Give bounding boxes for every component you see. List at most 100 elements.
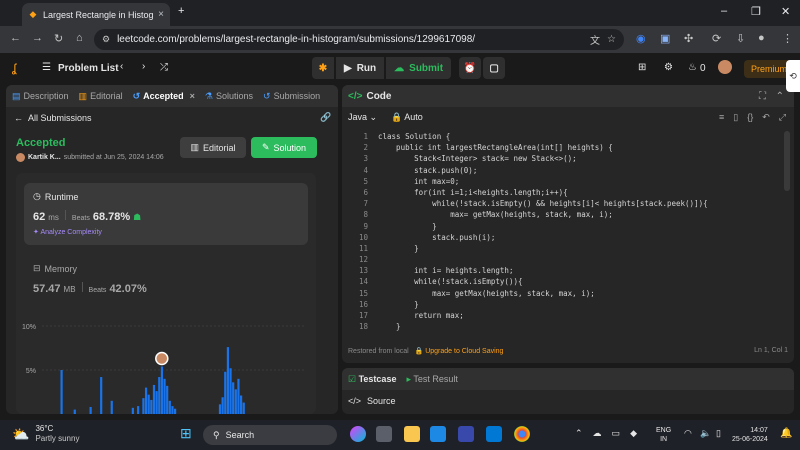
extension-icon[interactable]: ▣ [660, 32, 670, 45]
back-icon[interactable]: ← [10, 32, 21, 44]
code-line[interactable]: class Solution { [378, 132, 778, 143]
sync-icon[interactable]: ⟳ [712, 32, 721, 45]
histogram-bar[interactable] [137, 406, 140, 414]
tab-testcase[interactable]: ☑ Testcase [348, 374, 396, 385]
code-line[interactable] [378, 255, 778, 266]
code-line[interactable]: stack.push(i); [378, 233, 778, 244]
notification-bell-icon[interactable]: 🔔 [780, 428, 792, 439]
puzzle-extensions-icon[interactable]: ✣ [684, 32, 693, 45]
histogram-bar[interactable] [174, 408, 177, 414]
code-line[interactable]: Stack<Integer> stack= new Stack<>(); [378, 154, 778, 165]
user-avatar[interactable] [718, 60, 732, 74]
code-line[interactable]: int i= heights.length; [378, 266, 778, 277]
timer-button[interactable]: ⏰ [459, 57, 482, 79]
translate-icon[interactable]: 文 [590, 32, 600, 47]
code-line[interactable]: for(int i=1;i<heights.length;i++){ [378, 188, 778, 199]
mail-icon[interactable] [430, 426, 446, 442]
histogram-bar[interactable] [242, 402, 245, 414]
code-line[interactable]: } [378, 300, 778, 311]
store-icon[interactable] [486, 426, 502, 442]
histogram-bar[interactable] [100, 377, 103, 414]
user-position-avatar[interactable] [155, 351, 169, 366]
tray-app-icon[interactable]: ◆ [630, 428, 637, 439]
tab-submissions[interactable]: ↺ Submission [263, 91, 320, 102]
braces-icon[interactable]: {} [747, 112, 753, 123]
histogram-bar[interactable] [166, 385, 169, 414]
taskbar-search[interactable]: ⚲ Search [203, 425, 337, 445]
tab-editorial[interactable]: ▥ Editorial [79, 91, 123, 102]
analyze-complexity-link[interactable]: ✦ Analyze Complexity [33, 228, 102, 236]
copilot-icon[interactable] [350, 426, 366, 442]
histogram-bar[interactable] [142, 398, 145, 414]
downloads-icon[interactable]: ⇩ [736, 32, 745, 45]
weather-widget[interactable]: ⛅ 36°C Partly sunny [12, 424, 79, 444]
memory-box[interactable]: ⊟ Memory 57.47 MB Beats 42.07% [24, 255, 308, 303]
reload-icon[interactable]: ↻ [54, 32, 63, 45]
histogram-bar[interactable] [221, 397, 224, 414]
battery-icon[interactable]: ▭ [612, 428, 621, 439]
battery-status-icon[interactable]: ▯ [716, 428, 721, 439]
run-button[interactable]: ▶ Run [336, 57, 385, 79]
histogram-bar[interactable] [171, 406, 174, 414]
upgrade-link[interactable]: 🔒 Upgrade to Cloud Saving [411, 348, 504, 355]
histogram-bar[interactable] [226, 347, 229, 414]
code-line[interactable]: } [378, 222, 778, 233]
windows-start-icon[interactable]: ⊞ [180, 425, 196, 441]
feedback-tab[interactable]: ⟲ [786, 60, 800, 92]
histogram-bar[interactable] [155, 391, 158, 414]
format-icon[interactable]: ≡ [719, 112, 724, 123]
taskbar-clock[interactable]: 14:07 25-06-2024 [732, 426, 768, 444]
username[interactable]: Kartik K... [28, 154, 61, 161]
collapse-panel-icon[interactable]: ⌃ [776, 91, 784, 102]
language-indicator[interactable]: ENG IN [656, 426, 671, 444]
histogram-bar[interactable] [218, 404, 222, 414]
code-editor[interactable]: class Solution { public int largestRecta… [378, 132, 778, 333]
bookmark-star-icon[interactable]: ☆ [607, 34, 616, 45]
histogram-bar[interactable] [73, 409, 76, 414]
close-window-button[interactable]: ✕ [781, 5, 790, 18]
problem-list-link[interactable]: Problem List [58, 63, 119, 74]
scrollbar[interactable] [784, 131, 790, 191]
all-submissions-link[interactable]: ← All Submissions [14, 113, 92, 123]
tab-accepted[interactable]: ↺ Accepted × [133, 91, 195, 102]
submit-button[interactable]: ☁ Submit [386, 57, 452, 79]
close-tab-icon[interactable]: × [158, 9, 164, 20]
histogram-bar[interactable] [152, 384, 156, 414]
histogram-bar[interactable] [163, 378, 166, 414]
histogram-bar[interactable] [240, 395, 243, 414]
menu-kebab-icon[interactable]: ⋮ [782, 32, 793, 45]
histogram-bar[interactable] [131, 407, 134, 414]
histogram-bar[interactable] [224, 371, 227, 414]
file-explorer-icon[interactable] [404, 426, 420, 442]
minimize-button[interactable]: – [721, 5, 727, 17]
code-line[interactable]: public int largestRectangleArea(int[] he… [378, 143, 778, 154]
auto-mode[interactable]: 🔒 Auto [391, 112, 423, 123]
tab-description[interactable]: ▤ Description [12, 91, 69, 102]
next-problem-icon[interactable]: › [142, 61, 145, 72]
code-line[interactable]: max= getMax(heights, stack, max, i); [378, 210, 778, 221]
task-view-icon[interactable] [376, 426, 392, 442]
chevron-up-icon[interactable]: ⌃ [575, 428, 583, 439]
runtime-distribution-chart[interactable]: 10% 5% [16, 314, 316, 414]
tab-test-result[interactable]: ▸ Test Result [406, 374, 457, 385]
undo-icon[interactable]: ↶ [762, 112, 770, 123]
histogram-bar[interactable] [150, 399, 153, 414]
shuffle-icon[interactable]: ⤮ [160, 62, 168, 73]
new-tab-button[interactable]: + [178, 5, 184, 17]
close-tab-icon[interactable]: × [190, 91, 195, 101]
histogram-bar[interactable] [234, 389, 237, 414]
app-icon[interactable] [458, 426, 474, 442]
browser-tab[interactable]: ◆ Largest Rectangle in Histogram × [22, 3, 170, 26]
wifi-icon[interactable]: ◠ [684, 428, 692, 439]
link-icon[interactable]: 🔗 [320, 112, 331, 123]
volume-icon[interactable]: 🔈 [700, 428, 711, 439]
histogram-bar[interactable] [229, 368, 232, 414]
histogram-bar[interactable] [160, 366, 163, 414]
forward-icon[interactable]: → [32, 32, 43, 44]
histogram-bar[interactable] [110, 400, 113, 414]
cloud-icon[interactable]: ☁ [593, 428, 602, 439]
source-row[interactable]: </> Source [348, 396, 396, 406]
code-line[interactable]: stack.push(0); [378, 166, 778, 177]
histogram-bar[interactable] [147, 394, 150, 414]
language-select[interactable]: Java ⌄ [348, 112, 377, 123]
